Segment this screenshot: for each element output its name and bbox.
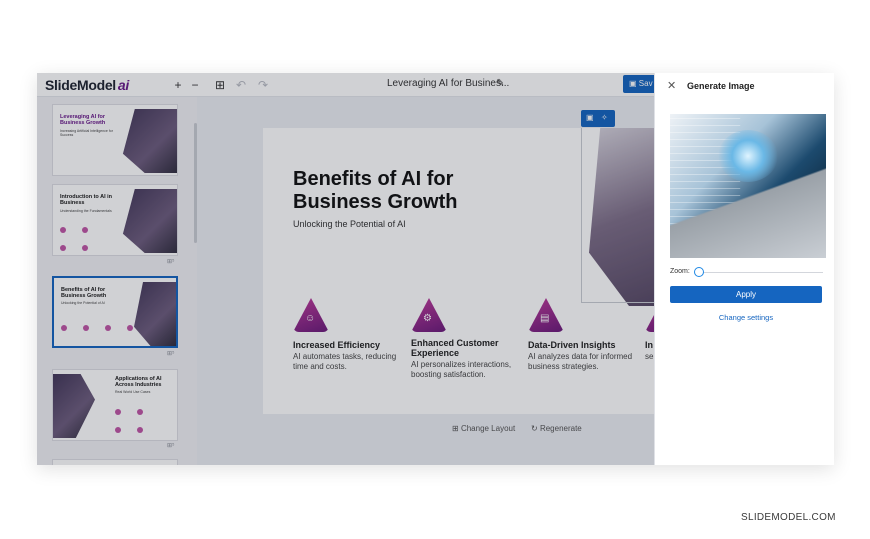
change-layout-button[interactable]: ⊞ Change Layout bbox=[452, 424, 515, 433]
feature-card[interactable]: ☺ Increased Efficiency AI automates task… bbox=[293, 298, 408, 372]
slide-thumbnail-2[interactable]: Introduction to AI in Business Understan… bbox=[52, 184, 178, 256]
slide-subtitle[interactable]: Unlocking the Potential of AI bbox=[293, 219, 406, 229]
thumbnail-icons bbox=[115, 402, 175, 433]
person-icon: ☺ bbox=[293, 298, 329, 332]
app-window: SlideModel ai + − ⊞ ↶ ↷ Leveraging AI for… bbox=[37, 73, 834, 465]
watermark: SLIDEMODEL.COM bbox=[741, 512, 836, 523]
refresh-icon: ↻ bbox=[531, 424, 538, 433]
zoom-label: Zoom: bbox=[670, 268, 690, 275]
zoom-slider-handle[interactable] bbox=[694, 267, 704, 277]
gear-icon: ⚙ bbox=[411, 298, 447, 332]
image-icon[interactable]: ▣ bbox=[586, 113, 594, 122]
slide-thumbnail-4[interactable]: Applications of AI Across Industries Rea… bbox=[52, 369, 178, 441]
undo-icon[interactable]: ↶ bbox=[234, 78, 248, 92]
apply-button[interactable]: Apply bbox=[670, 286, 822, 303]
zoom-slider-track[interactable] bbox=[697, 272, 823, 273]
thumbnail-badge: ⊞⁵ bbox=[167, 443, 175, 449]
panel-title: Generate Image bbox=[687, 81, 755, 91]
slide-thumbnail-3[interactable]: Benefits of AI for Business Growth Unloc… bbox=[52, 276, 178, 348]
app-logo: SlideModel ai bbox=[45, 77, 129, 93]
image-tools-chip[interactable]: ▣ ✧ bbox=[581, 110, 615, 127]
feature-card[interactable]: ⚙ Enhanced Customer Experience AI person… bbox=[411, 298, 526, 380]
grid-view-icon[interactable]: ⊞ bbox=[213, 78, 227, 92]
thumbnail-icons bbox=[60, 220, 120, 251]
generate-image-panel: ✕ Generate Image Zoom: Apply Change sett… bbox=[654, 73, 834, 465]
regenerate-button[interactable]: ↻ Regenerate bbox=[531, 424, 582, 433]
brain-glow bbox=[718, 130, 778, 182]
generated-image-preview[interactable] bbox=[670, 114, 826, 258]
redo-icon[interactable]: ↷ bbox=[256, 78, 270, 92]
slide-title[interactable]: Benefits of AI for Business Growth bbox=[293, 168, 533, 214]
feature-card[interactable]: ▤ Data-Driven Insights AI analyzes data … bbox=[528, 298, 643, 372]
magic-wand-icon[interactable]: ✧ bbox=[601, 113, 608, 122]
close-icon[interactable]: ✕ bbox=[667, 79, 676, 92]
thumbnails-scrollbar[interactable] bbox=[194, 123, 197, 243]
slide-thumbnail-5[interactable] bbox=[52, 459, 178, 465]
zoom-out-icon[interactable]: − bbox=[188, 78, 202, 92]
zoom-in-icon[interactable]: + bbox=[171, 78, 185, 92]
thumbnail-badge: ⊞⁵ bbox=[167, 351, 175, 357]
thumbnail-icons bbox=[61, 318, 171, 338]
layout-icon: ⊞ bbox=[452, 424, 459, 433]
edit-title-icon[interactable]: ✎ bbox=[496, 78, 504, 89]
document-title[interactable]: Leveraging AI for Busines... bbox=[387, 78, 509, 89]
thumbnail-image bbox=[122, 109, 177, 173]
thumbnail-image bbox=[122, 189, 177, 253]
thumbnail-image bbox=[53, 374, 95, 438]
thumbnail-badge: ⊞⁵ bbox=[167, 259, 175, 265]
chart-icon: ▤ bbox=[528, 298, 564, 332]
slide-canvas[interactable]: Benefits of AI for Business Growth Unloc… bbox=[263, 128, 693, 414]
slide-thumbnail-1[interactable]: Leveraging AI for Business Growth Increa… bbox=[52, 104, 178, 176]
change-settings-link[interactable]: Change settings bbox=[670, 313, 822, 322]
slide-thumbnails-panel: Leveraging AI for Business Growth Increa… bbox=[37, 97, 197, 465]
